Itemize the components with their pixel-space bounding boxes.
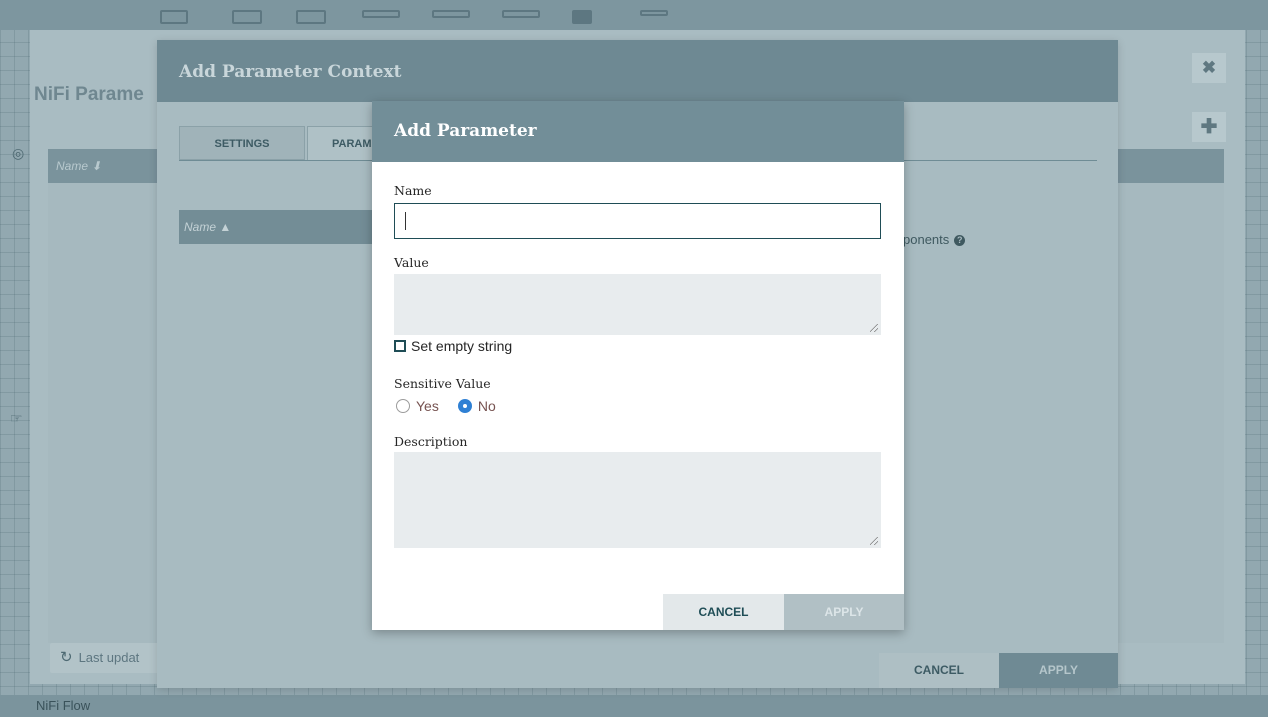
name-field[interactable] <box>394 203 881 239</box>
processor-tool-icon <box>160 10 188 24</box>
cancel-button[interactable]: CANCEL <box>663 594 784 630</box>
component-toolbar <box>0 0 1268 30</box>
sensitive-radio-group: Yes No <box>396 398 515 414</box>
add-icon[interactable]: ✚ <box>1192 112 1226 142</box>
shell-title: NiFi Parame <box>34 84 144 105</box>
set-empty-string-option[interactable]: Set empty string <box>394 338 512 354</box>
sensitive-value-label: Sensitive Value <box>394 376 491 391</box>
sensitive-no-radio[interactable] <box>457 399 472 413</box>
context-dialog-title: Add Parameter Context <box>179 62 402 82</box>
text-caret <box>405 212 406 230</box>
referencing-components-text: ponents <box>903 232 950 247</box>
breadcrumb[interactable]: NiFi Flow <box>0 695 1268 717</box>
help-icon[interactable]: ? <box>954 235 966 246</box>
empty-string-checkbox[interactable] <box>394 340 406 352</box>
value-textarea[interactable] <box>394 274 881 335</box>
resize-grip-icon[interactable] <box>870 324 878 332</box>
resize-grip-icon[interactable] <box>870 537 878 545</box>
last-updated-label: Last updat <box>78 650 140 665</box>
parameter-dialog-header: Add Parameter <box>372 101 904 162</box>
add-parameter-dialog: Add Parameter Name Value Set empty strin… <box>372 101 904 630</box>
context-apply-button[interactable]: APPLY <box>999 653 1118 688</box>
parameter-dialog-title: Add Parameter <box>394 121 537 141</box>
label-tool-icon <box>640 10 668 16</box>
input-port-tool-icon <box>232 10 262 24</box>
template-tool-icon <box>572 10 592 24</box>
close-icon[interactable]: ✖ <box>1192 53 1226 83</box>
process-group-tool-icon <box>362 10 400 18</box>
funnel-tool-icon <box>502 10 540 18</box>
output-port-tool-icon <box>296 10 326 24</box>
referencing-components-label: ponents? <box>903 232 966 247</box>
tab-settings[interactable]: SETTINGS <box>179 126 305 160</box>
description-label: Description <box>394 434 468 449</box>
context-cancel-button[interactable]: CANCEL <box>879 653 999 688</box>
remote-group-tool-icon <box>432 10 470 18</box>
sensitive-yes-label[interactable]: Yes <box>416 398 439 414</box>
operate-hand-icon: ☞ <box>10 410 23 426</box>
parameters-grid-header[interactable]: Name ▲ <box>179 210 379 244</box>
name-label: Name <box>394 183 432 198</box>
description-textarea[interactable] <box>394 452 881 548</box>
navigate-icon: ◎ <box>12 145 25 161</box>
sensitive-no-label[interactable]: No <box>478 398 496 414</box>
refresh-button[interactable]: ↻ Last updat <box>50 643 160 673</box>
empty-string-label: Set empty string <box>411 338 513 354</box>
context-dialog-header: Add Parameter Context <box>157 40 1118 102</box>
sensitive-yes-radio[interactable] <box>396 399 410 413</box>
refresh-icon: ↻ <box>60 649 73 666</box>
value-label: Value <box>394 255 429 270</box>
apply-button[interactable]: APPLY <box>784 594 904 630</box>
